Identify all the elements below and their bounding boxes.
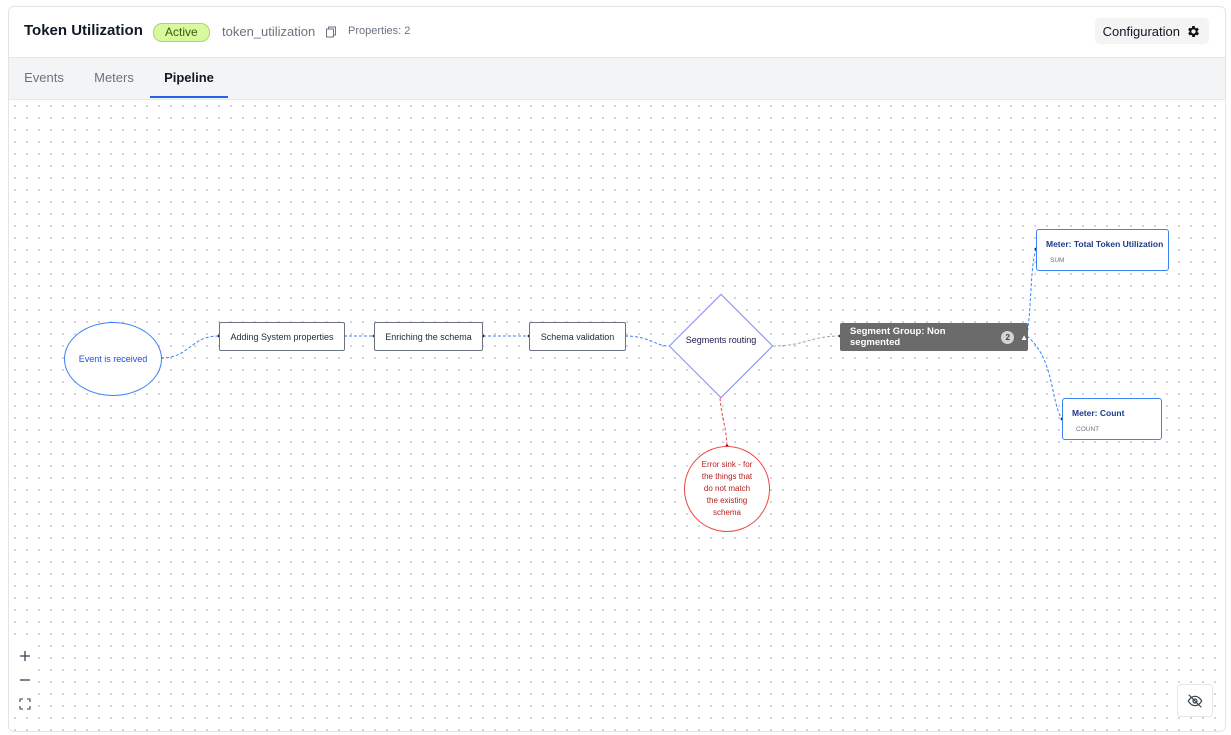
collapse-caret-icon[interactable]: ▲ [1020,333,1028,342]
tab-meters[interactable]: Meters [93,58,135,98]
schema-validation-label: Schema validation [540,331,615,342]
tab-bar: Events Meters Pipeline [9,58,1225,100]
meter-aggregation: SUM [1050,257,1065,264]
minus-icon [20,679,30,681]
plus-icon [20,651,30,661]
gear-icon [1188,25,1199,37]
meter-title: Meter: Total Token Utilization [1046,239,1164,249]
toggle-visibility-button[interactable] [1177,684,1213,717]
meter-title: Meter: Count [1072,408,1125,418]
meter-node-count[interactable]: Meter: Count COUNT [1062,398,1162,440]
segments-routing-label: Segments routing [685,335,757,345]
eye-off-icon [1187,693,1203,708]
status-badge: Active [153,23,210,42]
fit-view-icon [19,698,31,710]
schema-validation-node[interactable]: Schema validation [529,322,626,351]
segment-count-badge: 2 [1001,330,1015,344]
properties-count: Properties: 2 [348,25,411,37]
page-header: Token Utilization Active token_utilizati… [9,7,1225,58]
event-received-node[interactable]: Event is received [64,322,162,396]
configuration-label: Configuration [1102,23,1180,39]
meter-slug: token_utilization [222,24,316,39]
error-sink-node[interactable]: Error sink - for the things that do not … [684,446,770,532]
copy-icon[interactable] [325,26,337,38]
meter-detail-card: Token Utilization Active token_utilizati… [8,6,1226,732]
segment-group-label: Segment Group: Non segmented [850,326,946,348]
adding-system-properties-node[interactable]: Adding System properties [219,322,345,351]
segment-group-node[interactable]: Segment Group: Non segmented 2 ▲ [840,323,1028,351]
page-title: Token Utilization [24,22,143,39]
error-sink-label: Error sink - for the things that do not … [701,460,753,517]
adding-system-properties-label: Adding System properties [230,331,334,342]
meter-node-total-token-utilization[interactable]: Meter: Total Token Utilization SUM [1036,229,1169,271]
meter-aggregation: COUNT [1076,426,1100,433]
tab-pipeline[interactable]: Pipeline [150,58,228,98]
enriching-schema-node[interactable]: Enriching the schema [374,322,483,351]
fit-view-button[interactable] [13,693,37,715]
pipeline-canvas[interactable] [9,100,1225,731]
configuration-button[interactable]: Configuration [1094,18,1209,44]
event-received-label: Event is received [78,354,148,364]
enriching-schema-label: Enriching the schema [385,331,472,342]
tab-events[interactable]: Events [24,58,64,98]
zoom-in-button[interactable] [13,645,37,667]
zoom-out-button[interactable] [13,669,37,691]
